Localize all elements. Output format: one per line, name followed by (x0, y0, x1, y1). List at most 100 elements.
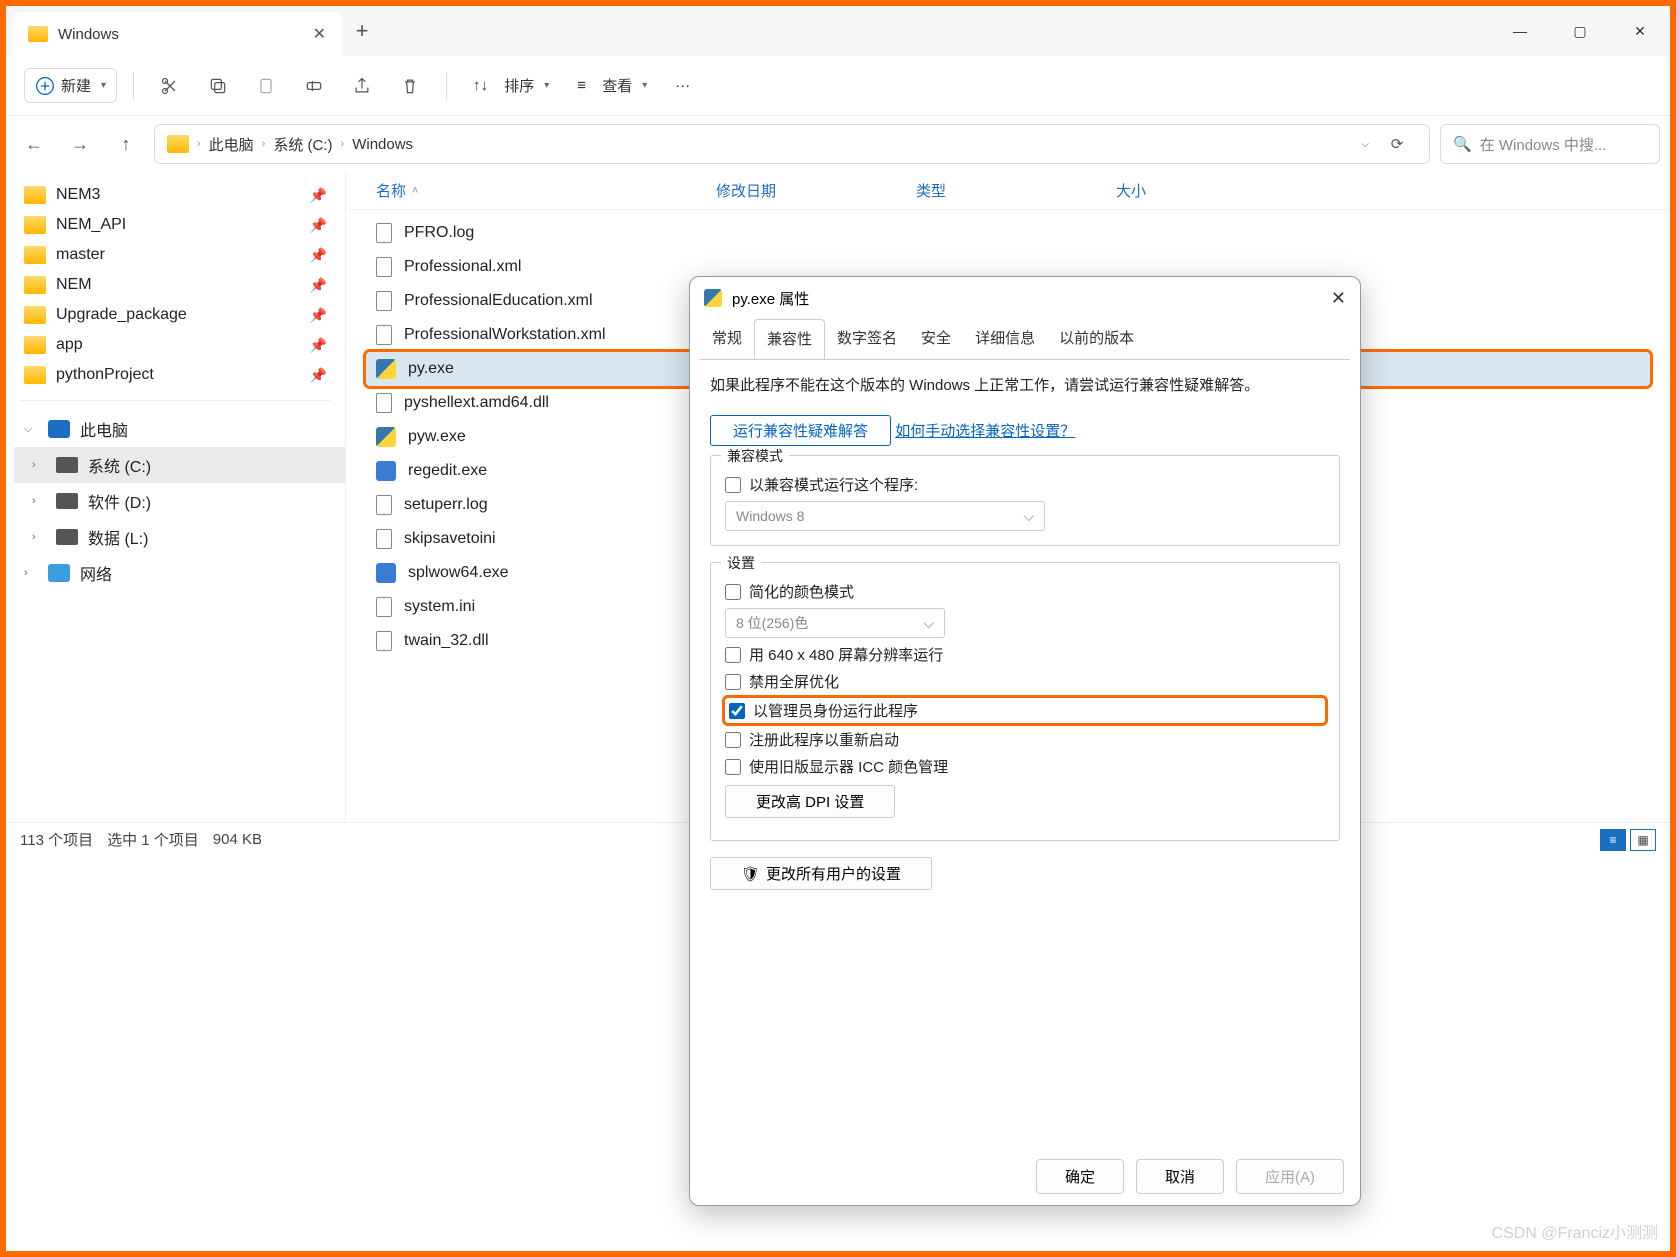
sidebar-drive-item[interactable]: ›软件 (D:) (14, 483, 345, 519)
chevron-right-icon: › (24, 567, 38, 579)
pin-icon: 📌 (310, 337, 327, 354)
folder-icon (24, 336, 46, 354)
dpi-settings-button[interactable]: 更改高 DPI 设置 (725, 785, 895, 818)
copy-button[interactable] (198, 70, 238, 102)
chevron-right-icon: › (32, 531, 46, 543)
file-name: ProfessionalEducation.xml (404, 292, 593, 310)
dialog-footer: 确定 取消 应用(A) (690, 1147, 1360, 1205)
close-dialog-button[interactable]: ✕ (1331, 288, 1346, 309)
drive-icon (56, 457, 78, 473)
file-name: splwow64.exe (408, 564, 509, 582)
sidebar-network[interactable]: ›网络 (6, 555, 345, 591)
file-row[interactable]: PFRO.log (366, 216, 1650, 250)
chevron-right-icon: › (32, 495, 46, 507)
folder-icon (24, 246, 46, 264)
breadcrumb-drive[interactable]: 系统 (C:) (273, 134, 332, 155)
pin-icon: 📌 (310, 277, 327, 294)
file-name: ProfessionalWorkstation.xml (404, 326, 606, 344)
dialog-titlebar[interactable]: py.exe 属性 ✕ (690, 277, 1360, 319)
pc-icon (48, 420, 70, 438)
sort-button[interactable]: ↑↓ 排序▾ (463, 69, 559, 102)
minimize-button[interactable]: — (1490, 6, 1550, 56)
folder-icon (24, 366, 46, 384)
file-icon (376, 563, 396, 583)
file-name: py.exe (408, 360, 454, 378)
dialog-title: py.exe 属性 (732, 288, 809, 309)
refresh-button[interactable]: ⟳ (1377, 135, 1417, 153)
color-depth-combo[interactable]: 8 位(256)色⌵ (725, 608, 945, 638)
manual-settings-link[interactable]: 如何手动选择兼容性设置？ (895, 420, 1075, 441)
tab-previous[interactable]: 以前的版本 (1047, 319, 1146, 359)
file-name: skipsavetoini (404, 530, 496, 548)
nav-row: ← → ↑ › 此电脑 › 系统 (C:) › Windows ⌵ ⟳ 🔍 在 … (6, 116, 1670, 172)
reduced-color-checkbox[interactable]: 简化的颜色模式 (725, 581, 1325, 602)
pin-icon: 📌 (310, 217, 327, 234)
paste-button[interactable] (246, 70, 286, 102)
window-tab[interactable]: Windows ✕ (12, 12, 342, 56)
close-window-button[interactable]: ✕ (1610, 6, 1670, 56)
tab-compatibility[interactable]: 兼容性 (754, 319, 825, 360)
pin-icon: 📌 (310, 187, 327, 204)
cut-button[interactable] (150, 70, 190, 102)
col-name[interactable]: 名称 ˄ (376, 180, 716, 201)
network-icon (48, 564, 70, 582)
sidebar-quick-item[interactable]: NEM_API📌 (6, 210, 345, 240)
new-tab-button[interactable]: + (342, 6, 382, 56)
compat-mode-checkbox[interactable]: 以兼容模式运行这个程序: (725, 474, 1325, 495)
close-tab-icon[interactable]: ✕ (313, 24, 326, 44)
sidebar-quick-item[interactable]: Upgrade_package📌 (6, 300, 345, 330)
up-button[interactable]: ↑ (108, 126, 144, 162)
tab-security[interactable]: 安全 (909, 319, 963, 359)
tab-details[interactable]: 详细信息 (963, 319, 1047, 359)
breadcrumb-folder[interactable]: Windows (352, 136, 413, 153)
chevron-down-icon[interactable]: ⌵ (1361, 139, 1369, 150)
run-as-admin-checkbox[interactable]: 以管理员身份运行此程序 (725, 698, 1325, 723)
sidebar-quick-item[interactable]: pythonProject📌 (6, 360, 345, 390)
icons-view-button[interactable]: ▦ (1630, 829, 1656, 851)
tab-signatures[interactable]: 数字签名 (825, 319, 909, 359)
col-type[interactable]: 类型 (916, 180, 1116, 201)
all-users-button[interactable]: 更改所有用户的设置 (710, 857, 932, 890)
pin-icon: 📌 (310, 247, 327, 264)
breadcrumb-pc[interactable]: 此电脑 (209, 134, 254, 155)
rename-button[interactable] (294, 70, 334, 102)
tab-general[interactable]: 常规 (700, 319, 754, 359)
troubleshoot-button[interactable]: 运行兼容性疑难解答 (710, 415, 891, 446)
disable-fullscreen-checkbox[interactable]: 禁用全屏优化 (725, 671, 1325, 692)
search-input[interactable]: 🔍 在 Windows 中搜... (1440, 124, 1660, 164)
file-icon (376, 291, 392, 311)
res-640-checkbox[interactable]: 用 640 x 480 屏幕分辨率运行 (725, 644, 1325, 665)
status-item-count: 113 个项目 (20, 829, 93, 850)
pin-icon: 📌 (310, 367, 327, 384)
compat-os-combo[interactable]: Windows 8⌵ (725, 501, 1045, 531)
share-button[interactable] (342, 70, 382, 102)
plus-circle-icon (35, 76, 55, 96)
delete-button[interactable] (390, 70, 430, 102)
register-restart-checkbox[interactable]: 注册此程序以重新启动 (725, 729, 1325, 750)
sidebar-this-pc[interactable]: ⌵此电脑 (6, 411, 345, 447)
col-modified[interactable]: 修改日期 (716, 180, 916, 201)
apply-button[interactable]: 应用(A) (1236, 1159, 1344, 1194)
sidebar-drive-item[interactable]: ›系统 (C:) (14, 447, 345, 483)
sidebar-quick-item[interactable]: master📌 (6, 240, 345, 270)
share-icon (352, 76, 372, 96)
folder-icon (24, 276, 46, 294)
sidebar-quick-item[interactable]: NEM3📌 (6, 180, 345, 210)
back-button[interactable]: ← (16, 126, 52, 162)
sidebar-quick-item[interactable]: app📌 (6, 330, 345, 360)
col-size[interactable]: 大小 (1116, 180, 1316, 201)
status-size: 904 KB (213, 831, 262, 848)
sidebar-drive-item[interactable]: ›数据 (L:) (14, 519, 345, 555)
more-button[interactable]: ··· (665, 71, 700, 100)
details-view-button[interactable]: ≡ (1600, 829, 1626, 851)
cancel-button[interactable]: 取消 (1136, 1159, 1224, 1194)
legacy-icc-checkbox[interactable]: 使用旧版显示器 ICC 颜色管理 (725, 756, 1325, 777)
new-button[interactable]: 新建▾ (24, 68, 117, 103)
address-bar[interactable]: › 此电脑 › 系统 (C:) › Windows ⌵ ⟳ (154, 124, 1430, 164)
view-button[interactable]: ≡ 查看▾ (567, 69, 657, 102)
ok-button[interactable]: 确定 (1036, 1159, 1124, 1194)
maximize-button[interactable]: ▢ (1550, 6, 1610, 56)
file-icon (376, 257, 392, 277)
forward-button[interactable]: → (62, 126, 98, 162)
sidebar-quick-item[interactable]: NEM📌 (6, 270, 345, 300)
